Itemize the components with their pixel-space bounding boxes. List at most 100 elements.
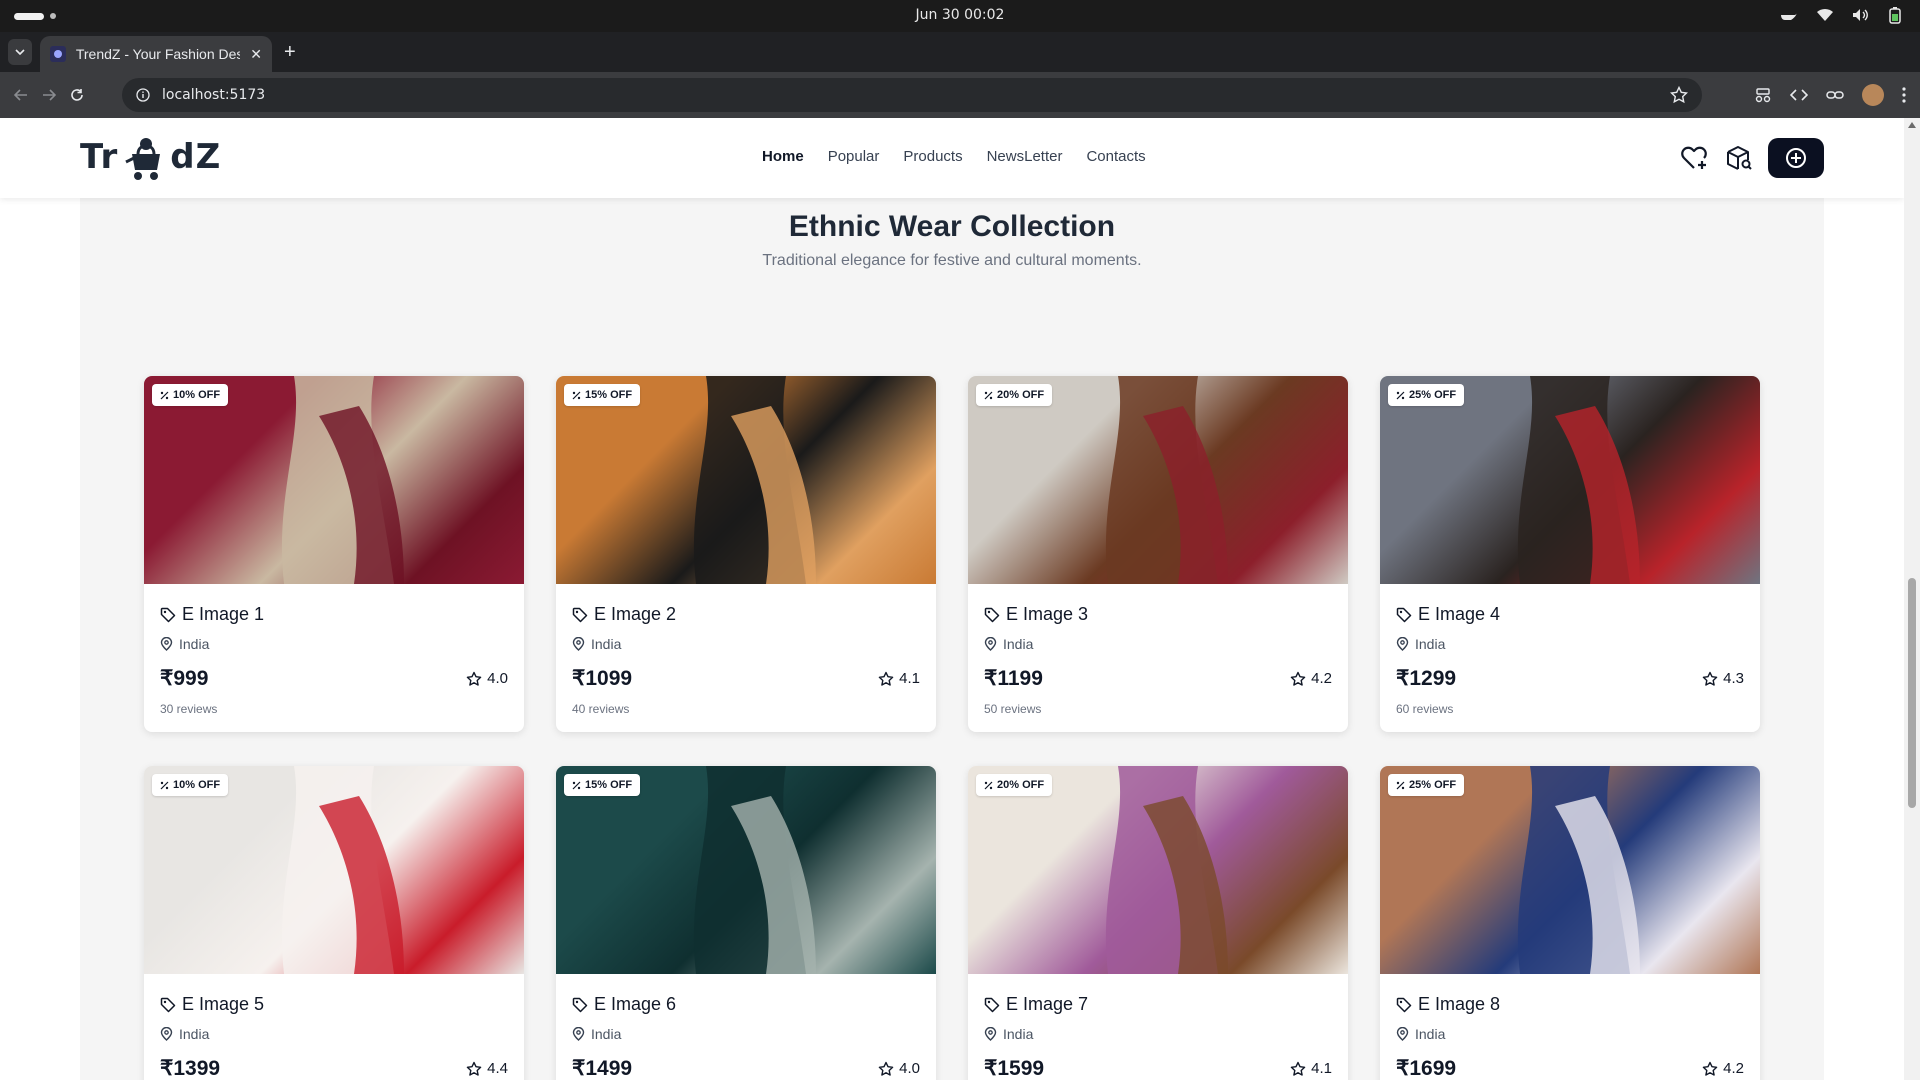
url-text[interactable]: localhost:5173 — [162, 87, 265, 103]
forward-button[interactable] — [38, 84, 60, 106]
rating-value: 4.0 — [899, 1060, 920, 1077]
product-rating: 4.0 — [878, 1060, 920, 1077]
scrollbar-thumb[interactable] — [1908, 578, 1916, 808]
product-name: E Image 6 — [594, 994, 677, 1014]
product-location: India — [160, 1026, 209, 1042]
new-tab-button[interactable]: + — [284, 42, 296, 62]
bookmark-star-icon[interactable] — [1670, 86, 1688, 104]
percent-icon — [160, 781, 169, 789]
profile-avatar[interactable] — [1862, 84, 1884, 106]
rating-value: 4.1 — [1311, 1060, 1332, 1077]
product-title[interactable]: E Image 4 — [1396, 604, 1500, 625]
product-price: ₹1299 — [1396, 667, 1457, 690]
section-subtitle: Traditional elegance for festive and cul… — [762, 252, 1142, 269]
close-tab-icon[interactable]: ✕ — [250, 46, 262, 63]
map-pin-icon — [1396, 1027, 1409, 1041]
discount-text: 10% OFF — [173, 779, 221, 791]
address-bar[interactable]: localhost:5173 — [122, 78, 1702, 112]
product-rating: 4.1 — [1290, 1060, 1332, 1077]
nav-contacts[interactable]: Contacts — [1086, 148, 1145, 165]
os-clock[interactable]: Jun 30 00:02 — [0, 7, 1920, 23]
product-title[interactable]: E Image 3 — [984, 604, 1088, 625]
package-search-icon — [1727, 146, 1752, 170]
product-card[interactable]: 10% OFF E Image 1 India ₹999 4.0 30 reviews — [144, 376, 524, 732]
discount-badge: 20% OFF — [976, 384, 1053, 406]
scroll-up-icon[interactable] — [1908, 122, 1916, 128]
product-image[interactable]: 15% OFF — [556, 766, 936, 974]
tab-list-button[interactable] — [8, 39, 32, 65]
discount-badge: 10% OFF — [152, 384, 229, 406]
product-figure-illustration — [281, 766, 404, 974]
site-logo[interactable]: Tr dZ — [80, 132, 221, 182]
discount-text: 20% OFF — [997, 779, 1045, 791]
add-button[interactable] — [1768, 138, 1824, 178]
chevron-down-icon — [15, 49, 25, 55]
nav-home[interactable]: Home — [762, 148, 804, 165]
product-card[interactable]: 25% OFF E Image 4 India ₹1299 4.3 60 reviews — [1380, 376, 1760, 732]
product-image[interactable]: 15% OFF — [556, 376, 936, 584]
incognito-icon[interactable] — [1754, 87, 1772, 103]
map-pin-icon — [160, 1027, 173, 1041]
nav-products[interactable]: Products — [903, 148, 962, 165]
product-card[interactable]: 10% OFFE Image 5India₹13994.470 reviews — [144, 766, 524, 1080]
shopping-mascot-icon — [125, 138, 161, 180]
code-icon[interactable] — [1790, 88, 1808, 102]
product-card[interactable]: 25% OFFE Image 8India₹16994.2100 reviews — [1380, 766, 1760, 1080]
map-pin-icon — [572, 1027, 585, 1041]
product-name: E Image 4 — [1418, 604, 1501, 624]
product-card[interactable]: 20% OFFE Image 7India₹15994.190 reviews — [968, 766, 1348, 1080]
more-vert-icon[interactable] — [1902, 87, 1906, 103]
system-tray[interactable] — [1780, 6, 1902, 24]
reload-icon — [71, 89, 83, 101]
heart-plus-icon — [1681, 146, 1707, 169]
discount-text: 25% OFF — [1409, 389, 1457, 401]
browser-toolbar: localhost:5173 — [0, 72, 1920, 118]
product-title[interactable]: E Image 1 — [160, 604, 264, 625]
product-image[interactable]: 25% OFF — [1380, 376, 1760, 584]
site-info-icon[interactable] — [136, 88, 150, 102]
discount-badge: 20% OFF — [976, 774, 1053, 796]
product-price: ₹1099 — [572, 667, 633, 690]
product-image[interactable]: 25% OFF — [1380, 766, 1760, 974]
product-rating: 4.3 — [1702, 670, 1744, 687]
track-package-button[interactable] — [1724, 143, 1754, 173]
reload-button[interactable] — [66, 84, 88, 106]
wishlist-button[interactable] — [1680, 143, 1710, 173]
product-card[interactable]: 15% OFF E Image 2 India ₹1099 4.1 40 reviews — [556, 376, 936, 732]
browser-tab-active[interactable]: TrendZ - Your Fashion Destination ✕ — [40, 36, 272, 72]
tag-icon — [572, 997, 588, 1012]
product-title[interactable]: E Image 5 — [160, 994, 264, 1015]
star-icon — [878, 1061, 894, 1076]
nav-popular[interactable]: Popular — [828, 148, 880, 165]
link-icon[interactable] — [1826, 88, 1844, 102]
nav-newsletter[interactable]: NewsLetter — [987, 148, 1063, 165]
product-location: India — [984, 1026, 1033, 1042]
product-title[interactable]: E Image 2 — [572, 604, 676, 625]
product-title[interactable]: E Image 7 — [984, 994, 1088, 1015]
review-count: 30 reviews — [160, 702, 218, 716]
star-icon — [878, 671, 894, 686]
product-card[interactable]: 20% OFF E Image 3 India ₹1199 4.2 50 reviews — [968, 376, 1348, 732]
arrow-right-icon — [43, 89, 56, 101]
back-button[interactable] — [10, 84, 32, 106]
discount-badge: 15% OFF — [564, 384, 641, 406]
percent-icon — [572, 781, 581, 789]
product-image[interactable]: 10% OFF — [144, 766, 524, 974]
product-rating: 4.2 — [1702, 1060, 1744, 1077]
rating-value: 4.4 — [487, 1060, 508, 1077]
logo-text-left: Tr — [80, 137, 119, 177]
discount-text: 10% OFF — [173, 389, 221, 401]
product-title[interactable]: E Image 6 — [572, 994, 676, 1015]
product-name: E Image 1 — [182, 604, 265, 624]
product-image[interactable]: 20% OFF — [968, 376, 1348, 584]
product-image[interactable]: 10% OFF — [144, 376, 524, 584]
rating-value: 4.2 — [1723, 1060, 1744, 1077]
product-title[interactable]: E Image 8 — [1396, 994, 1500, 1015]
main-nav: Home Popular Products NewsLetter Contact… — [762, 148, 1146, 165]
wifi-icon — [1817, 8, 1833, 21]
product-card[interactable]: 15% OFFE Image 6India₹14994.080 reviews — [556, 766, 936, 1080]
product-image[interactable]: 20% OFF — [968, 766, 1348, 974]
star-icon — [466, 1061, 482, 1076]
discount-badge: 15% OFF — [564, 774, 641, 796]
page-scrollbar[interactable] — [1904, 118, 1920, 1080]
